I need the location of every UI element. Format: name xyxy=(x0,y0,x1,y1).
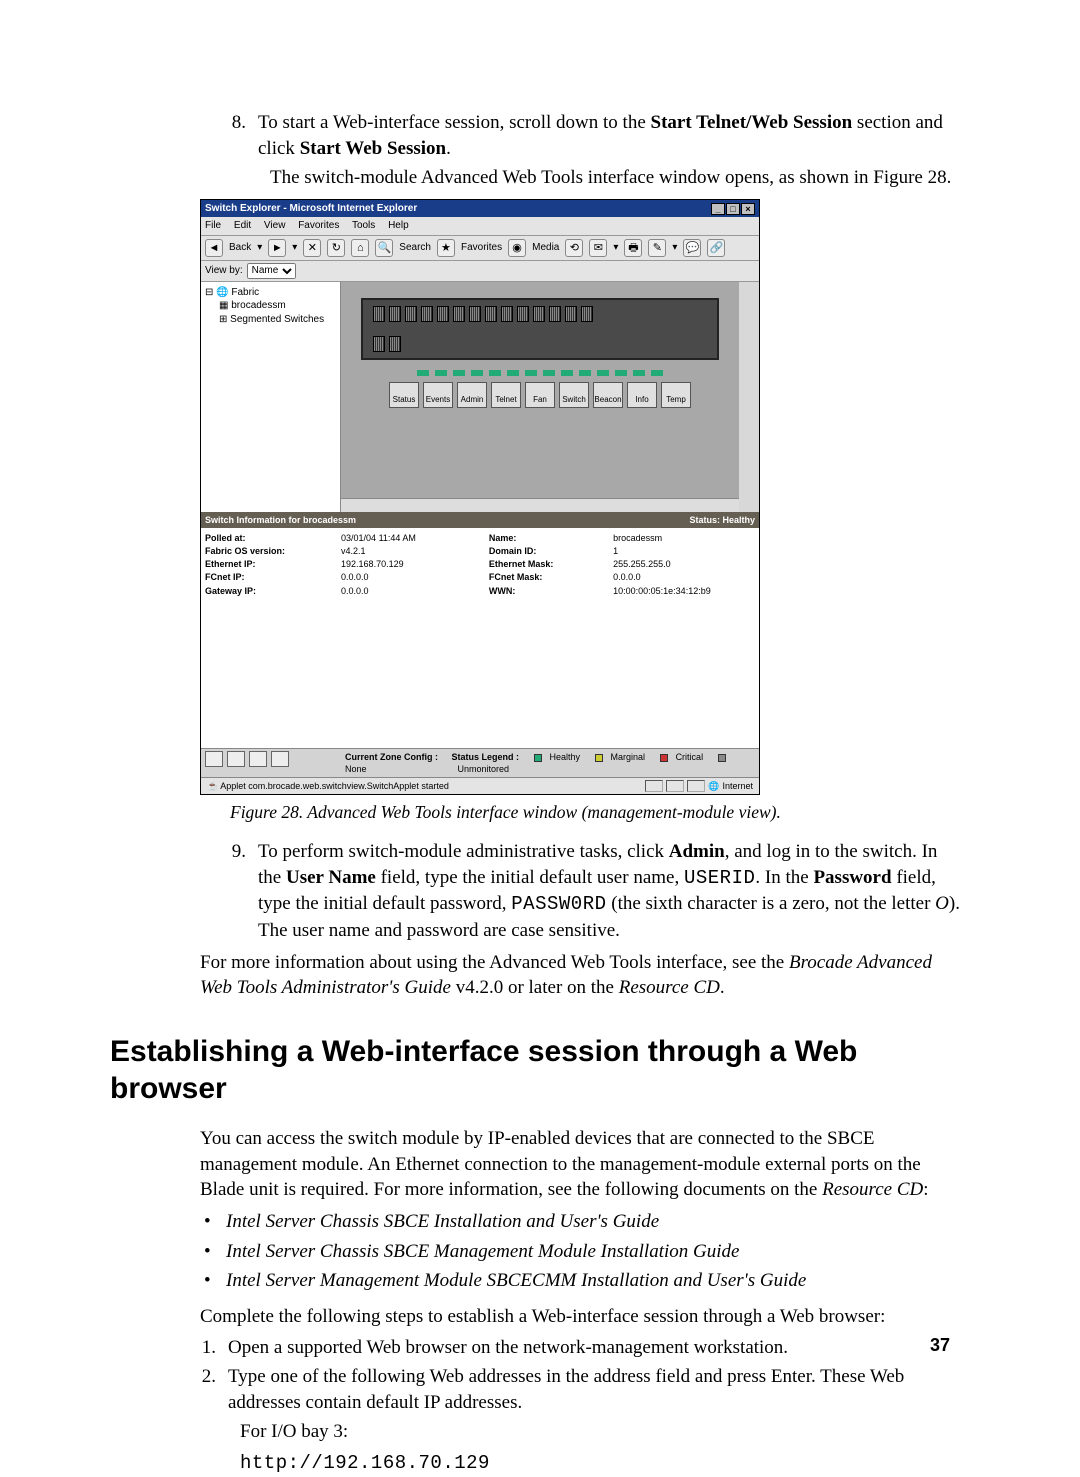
mail-icon[interactable]: ✉ xyxy=(589,239,607,257)
step-number: 2. xyxy=(200,1364,228,1415)
step-text: Open a supported Web browser on the netw… xyxy=(228,1335,960,1361)
complete-steps-line: Complete the following steps to establis… xyxy=(200,1304,960,1330)
app-btn-admin[interactable]: Admin xyxy=(457,382,487,408)
menubar[interactable]: File Edit View Favorites Tools Help xyxy=(201,217,759,236)
list-item-step-9: 9. To perform switch-module administrati… xyxy=(230,839,960,944)
page-number: 37 xyxy=(930,1333,950,1357)
app-btn-beacon[interactable]: Beacon xyxy=(593,382,623,408)
for-io-bay: For I/O bay 3: xyxy=(240,1419,960,1445)
tree-root[interactable]: Fabric xyxy=(231,287,259,298)
media-icon[interactable]: ◉ xyxy=(508,239,526,257)
port-icon[interactable] xyxy=(373,306,385,322)
resource-bullets: Intel Server Chassis SBCE Installation a… xyxy=(200,1209,960,1294)
tree-segmented[interactable]: Segmented Switches xyxy=(230,314,324,325)
viewby-select[interactable]: Name xyxy=(247,263,296,279)
close-icon[interactable]: × xyxy=(741,203,755,215)
switch-panel: Status Events Admin Telnet Fan Switch Be… xyxy=(341,282,759,512)
discuss-icon[interactable]: 💬 xyxy=(683,239,701,257)
menu-help[interactable]: Help xyxy=(388,220,409,231)
app-button-row: Status Events Admin Telnet Fan Switch Be… xyxy=(341,382,739,408)
info-header-left: Switch Information for brocadessm xyxy=(205,514,356,526)
app-btn-info[interactable]: Info xyxy=(627,382,657,408)
tree-brocadessm[interactable]: brocadessm xyxy=(231,300,285,311)
figure-caption: Figure 28. Advanced Web Tools interface … xyxy=(230,801,960,825)
list-item-step-1: 1. Open a supported Web browser on the n… xyxy=(200,1335,960,1361)
back-label[interactable]: Back xyxy=(229,241,251,255)
zone-config-label: Current Zone Config : xyxy=(345,752,438,762)
viewby-label: View by: xyxy=(205,264,243,278)
step-number: 8. xyxy=(230,110,258,161)
menu-edit[interactable]: Edit xyxy=(234,220,251,231)
search-label[interactable]: Search xyxy=(399,241,431,255)
status-legend: Status Legend : Healthy Marginal Critica… xyxy=(451,751,755,775)
statusbar-text: Applet com.brocade.web.switchview.Switch… xyxy=(220,781,449,791)
menu-favorites[interactable]: Favorites xyxy=(298,220,339,231)
switch-info-grid: Polled at:03/01/04 11:44 AM Name:brocade… xyxy=(201,528,759,598)
minimize-icon[interactable]: _ xyxy=(711,203,725,215)
info-header-right: Status: Healthy xyxy=(689,514,755,526)
favorites-icon[interactable]: ★ xyxy=(437,239,455,257)
step-text: To perform switch-module administrative … xyxy=(258,839,960,944)
edit-icon[interactable]: ✎ xyxy=(648,239,666,257)
port-indicator-row xyxy=(341,370,739,376)
nav-icon[interactable] xyxy=(227,751,245,767)
menu-view[interactable]: View xyxy=(264,220,286,231)
zone-indicator: Internet xyxy=(722,780,753,792)
bullet-item: Intel Server Chassis SBCE Management Mod… xyxy=(200,1239,960,1265)
list-item-step-8: 8. To start a Web-interface session, scr… xyxy=(230,110,960,161)
history-icon[interactable]: ⟲ xyxy=(565,239,583,257)
zone-config-value: None xyxy=(345,764,367,774)
nav-buttons[interactable] xyxy=(201,748,341,777)
research-icon[interactable]: 🔗 xyxy=(707,239,725,257)
media-label[interactable]: Media xyxy=(532,241,559,255)
figure-28-screenshot: Switch Explorer - Microsoft Internet Exp… xyxy=(200,199,760,796)
refresh-button[interactable]: ↻ xyxy=(327,239,345,257)
viewby-bar: View by: Name xyxy=(201,261,759,282)
back-button[interactable]: ◄ xyxy=(205,239,223,257)
maximize-icon[interactable]: □ xyxy=(726,203,740,215)
app-btn-status[interactable]: Status xyxy=(389,382,419,408)
app-btn-fan[interactable]: Fan xyxy=(525,382,555,408)
toolbar[interactable]: ◄ Back ▾ ► ▾ ✕ ↻ ⌂ 🔍 Search ★ Favorites … xyxy=(201,236,759,261)
stop-button[interactable]: ✕ xyxy=(303,239,321,257)
browser-statusbar: ☕ Applet com.brocade.web.switchview.Swit… xyxy=(201,777,759,794)
step-number: 1. xyxy=(200,1335,228,1361)
step-text: To start a Web-interface session, scroll… xyxy=(258,110,960,161)
home-button[interactable]: ⌂ xyxy=(351,239,369,257)
nav-icon[interactable] xyxy=(249,751,267,767)
fabric-tree[interactable]: ⊟ 🌐 Fabric ▦ brocadessm ⊞ Segmented Swit… xyxy=(201,282,341,512)
nav-icon[interactable] xyxy=(205,751,223,767)
app-btn-events[interactable]: Events xyxy=(423,382,453,408)
app-btn-switch[interactable]: Switch xyxy=(559,382,589,408)
search-icon[interactable]: 🔍 xyxy=(375,239,393,257)
step-text: Type one of the following Web addresses … xyxy=(228,1364,960,1415)
section-heading: Establishing a Web-interface session thr… xyxy=(110,1033,960,1108)
menu-tools[interactable]: Tools xyxy=(352,220,375,231)
bullet-item: Intel Server Management Module SBCECMM I… xyxy=(200,1268,960,1294)
more-info-paragraph: For more information about using the Adv… xyxy=(200,950,960,1001)
list-item-step-2: 2. Type one of the following Web address… xyxy=(200,1364,960,1415)
switch-graphic xyxy=(361,298,719,360)
window-buttons[interactable]: _ □ × xyxy=(711,203,755,215)
window-titlebar: Switch Explorer - Microsoft Internet Exp… xyxy=(201,200,759,218)
window-title: Switch Explorer - Microsoft Internet Exp… xyxy=(205,202,417,216)
app-btn-temp[interactable]: Temp xyxy=(661,382,691,408)
port-row-top xyxy=(373,306,707,322)
horizontal-scrollbar[interactable] xyxy=(341,498,739,512)
favorites-label[interactable]: Favorites xyxy=(461,241,502,255)
bullet-item: Intel Server Chassis SBCE Installation a… xyxy=(200,1209,960,1235)
blank-area xyxy=(201,598,759,748)
forward-button[interactable]: ► xyxy=(268,239,286,257)
step-number: 9. xyxy=(230,839,258,944)
section-intro: You can access the switch module by IP-e… xyxy=(200,1126,960,1203)
port-row-bottom xyxy=(373,336,707,352)
print-icon[interactable]: 🖶 xyxy=(624,239,642,257)
info-header: Switch Information for brocadessm Status… xyxy=(201,512,759,528)
zone-status-bar: Current Zone Config : None Status Legend… xyxy=(341,748,759,777)
app-btn-telnet[interactable]: Telnet xyxy=(491,382,521,408)
url-line: http://192.168.70.129 xyxy=(240,1451,960,1477)
menu-file[interactable]: File xyxy=(205,220,221,231)
step-8-sub: The switch-module Advanced Web Tools int… xyxy=(270,165,960,191)
nav-icon[interactable] xyxy=(271,751,289,767)
